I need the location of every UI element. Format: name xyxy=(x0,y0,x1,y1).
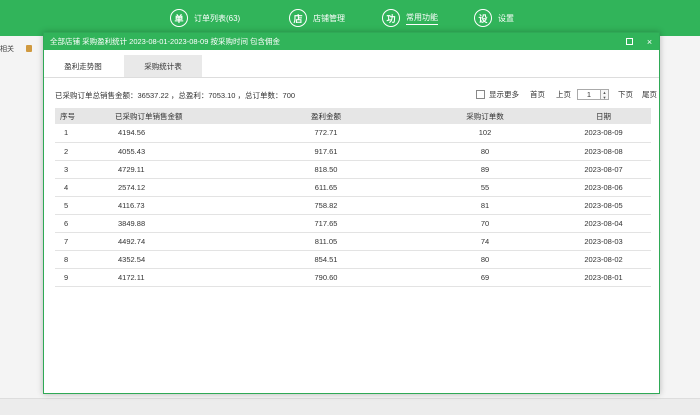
summary-text: 已采购订单总销售金额：36537.22 ，总盈利：7053.10 ，总订单数：7… xyxy=(55,91,296,100)
table-row[interactable]: 4 2574.12 611.65 55 2023-08-06 xyxy=(55,178,651,196)
background-tag-icon xyxy=(26,45,32,52)
cell-index: 4 xyxy=(64,182,69,192)
cell-index: 9 xyxy=(64,272,69,282)
cell-profit: 611.65 xyxy=(314,182,338,192)
cell-orders: 80 xyxy=(480,254,490,264)
table-row[interactable]: 3 4729.11 818.50 89 2023-08-07 xyxy=(55,160,651,178)
cell-orders: 69 xyxy=(480,272,490,282)
show-more-label[interactable]: 显示更多 xyxy=(489,89,519,100)
page-number-input[interactable]: 1 xyxy=(577,88,601,100)
cell-sales: 4729.11 xyxy=(118,164,145,174)
table-row[interactable]: 1 4194.56 772.71 102 2023-08-09 xyxy=(55,124,651,142)
pager: 显示更多 首页 上页 1 ▲ ▼ 下页 尾页 xyxy=(476,87,657,101)
cell-index: 6 xyxy=(64,218,69,228)
cell-index: 2 xyxy=(64,146,69,156)
cell-orders: 70 xyxy=(480,218,490,228)
col-header-date: 日期 xyxy=(596,111,611,121)
cell-date: 2023-08-09 xyxy=(584,128,623,138)
shop-icon: 店 xyxy=(289,9,307,27)
tab-purchase-stats[interactable]: 采购统计表 xyxy=(124,55,202,77)
cell-sales: 4352.54 xyxy=(118,254,146,264)
table-row[interactable]: 9 4172.11 790.60 69 2023-08-01 xyxy=(55,268,651,286)
first-page-link[interactable]: 首页 xyxy=(530,89,545,100)
nav-label-settings: 设置 xyxy=(498,13,514,23)
cell-index: 7 xyxy=(64,236,69,246)
cell-orders: 74 xyxy=(480,236,490,246)
order-icon: 单 xyxy=(170,9,188,27)
cell-date: 2023-08-03 xyxy=(584,236,623,246)
nav-label-common-functions: 常用功能 xyxy=(406,12,438,25)
col-header-orders: 采购订单数 xyxy=(466,111,504,121)
cell-profit: 818.50 xyxy=(314,164,338,174)
cell-date: 2023-08-01 xyxy=(584,272,623,282)
last-page-link[interactable]: 尾页 xyxy=(642,89,657,100)
table-row[interactable]: 8 4352.54 854.51 80 2023-08-02 xyxy=(55,250,651,268)
function-icon: 功 xyxy=(382,9,400,27)
cell-profit: 917.61 xyxy=(314,146,338,156)
prev-page-link[interactable]: 上页 xyxy=(556,89,571,100)
nav-item-shops[interactable]: 店 店铺管理 xyxy=(289,8,345,28)
page-spinner[interactable]: ▲ ▼ xyxy=(601,88,609,100)
col-header-index: 序号 xyxy=(60,111,75,121)
cell-sales: 2574.12 xyxy=(118,182,146,192)
cell-sales: 3849.88 xyxy=(118,218,146,228)
nav-item-orders[interactable]: 单 订单列表(63) xyxy=(170,8,240,28)
close-icon: × xyxy=(646,36,653,47)
background-related-label: 相关 xyxy=(0,46,14,53)
cell-profit: 717.65 xyxy=(314,218,338,228)
dialog-title: 全部店铺 采购盈利统计 2023-08-01-2023-08-09 按采购时间 … xyxy=(50,37,281,46)
spin-down-icon[interactable]: ▼ xyxy=(603,95,607,100)
cell-orders: 80 xyxy=(480,146,490,156)
col-header-sales: 已采购订单销售金额 xyxy=(115,111,183,121)
top-nav-bar: 单 订单列表(63) 店 店铺管理 功 常用功能 设 设置 xyxy=(0,0,700,36)
dialog-header: 全部店铺 采购盈利统计 2023-08-01-2023-08-09 按采购时间 … xyxy=(44,33,659,50)
cell-orders: 55 xyxy=(480,182,490,192)
nav-label-shops: 店铺管理 xyxy=(313,13,345,23)
nav-item-settings[interactable]: 设 设置 xyxy=(474,8,514,28)
cell-profit: 758.82 xyxy=(314,200,338,210)
nav-label-orders: 订单列表(63) xyxy=(194,13,241,23)
cell-index: 8 xyxy=(64,254,69,264)
maximize-button[interactable] xyxy=(624,36,635,47)
cell-date: 2023-08-07 xyxy=(584,164,623,174)
cell-orders: 102 xyxy=(478,128,492,138)
cell-sales: 4172.11 xyxy=(118,272,145,282)
purchase-stats-table: 序号 已采购订单销售金额 盈利金额 采购订单数 日期 1 4194.56 772.7… xyxy=(55,108,651,287)
cell-date: 2023-08-04 xyxy=(584,218,623,228)
cell-sales: 4492.74 xyxy=(118,236,146,246)
col-header-profit: 盈利金额 xyxy=(311,111,341,121)
page-number-control: 1 ▲ ▼ xyxy=(577,88,609,100)
cell-index: 3 xyxy=(64,164,69,174)
table-row[interactable]: 2 4055.43 917.61 80 2023-08-08 xyxy=(55,142,651,160)
purchase-stats-dialog: 全部店铺 采购盈利统计 2023-08-01-2023-08-09 按采购时间 … xyxy=(43,32,660,394)
table-row[interactable]: 7 4492.74 811.05 74 2023-08-03 xyxy=(55,232,651,250)
dialog-tabs: 盈利走势图 采购统计表 xyxy=(44,55,659,78)
cell-index: 1 xyxy=(64,128,69,138)
close-button[interactable]: × xyxy=(644,36,655,47)
cell-date: 2023-08-05 xyxy=(584,200,623,210)
table-header-row: 序号 已采购订单销售金额 盈利金额 采购订单数 日期 xyxy=(55,108,651,124)
maximize-icon xyxy=(626,38,633,45)
background-footer xyxy=(0,398,700,415)
tab-profit-trend[interactable]: 盈利走势图 xyxy=(44,55,122,77)
cell-profit: 790.60 xyxy=(314,272,338,282)
cell-date: 2023-08-02 xyxy=(584,254,623,264)
table-row[interactable]: 6 3849.88 717.65 70 2023-08-04 xyxy=(55,214,651,232)
next-page-link[interactable]: 下页 xyxy=(618,89,633,100)
cell-profit: 854.51 xyxy=(314,254,338,264)
cell-profit: 811.05 xyxy=(314,236,338,246)
cell-orders: 81 xyxy=(480,200,490,210)
cell-sales: 4194.56 xyxy=(118,128,146,138)
nav-item-common-functions[interactable]: 功 常用功能 xyxy=(382,8,438,28)
cell-date: 2023-08-08 xyxy=(584,146,623,156)
cell-sales: 4055.43 xyxy=(118,146,146,156)
cell-profit: 772.71 xyxy=(314,128,338,138)
cell-orders: 89 xyxy=(480,164,490,174)
show-more-checkbox[interactable] xyxy=(476,89,485,99)
cell-date: 2023-08-06 xyxy=(584,182,623,192)
settings-icon: 设 xyxy=(474,9,492,27)
cell-index: 5 xyxy=(64,200,69,210)
cell-sales: 4116.73 xyxy=(118,200,145,210)
table-row[interactable]: 5 4116.73 758.82 81 2023-08-05 xyxy=(55,196,651,214)
